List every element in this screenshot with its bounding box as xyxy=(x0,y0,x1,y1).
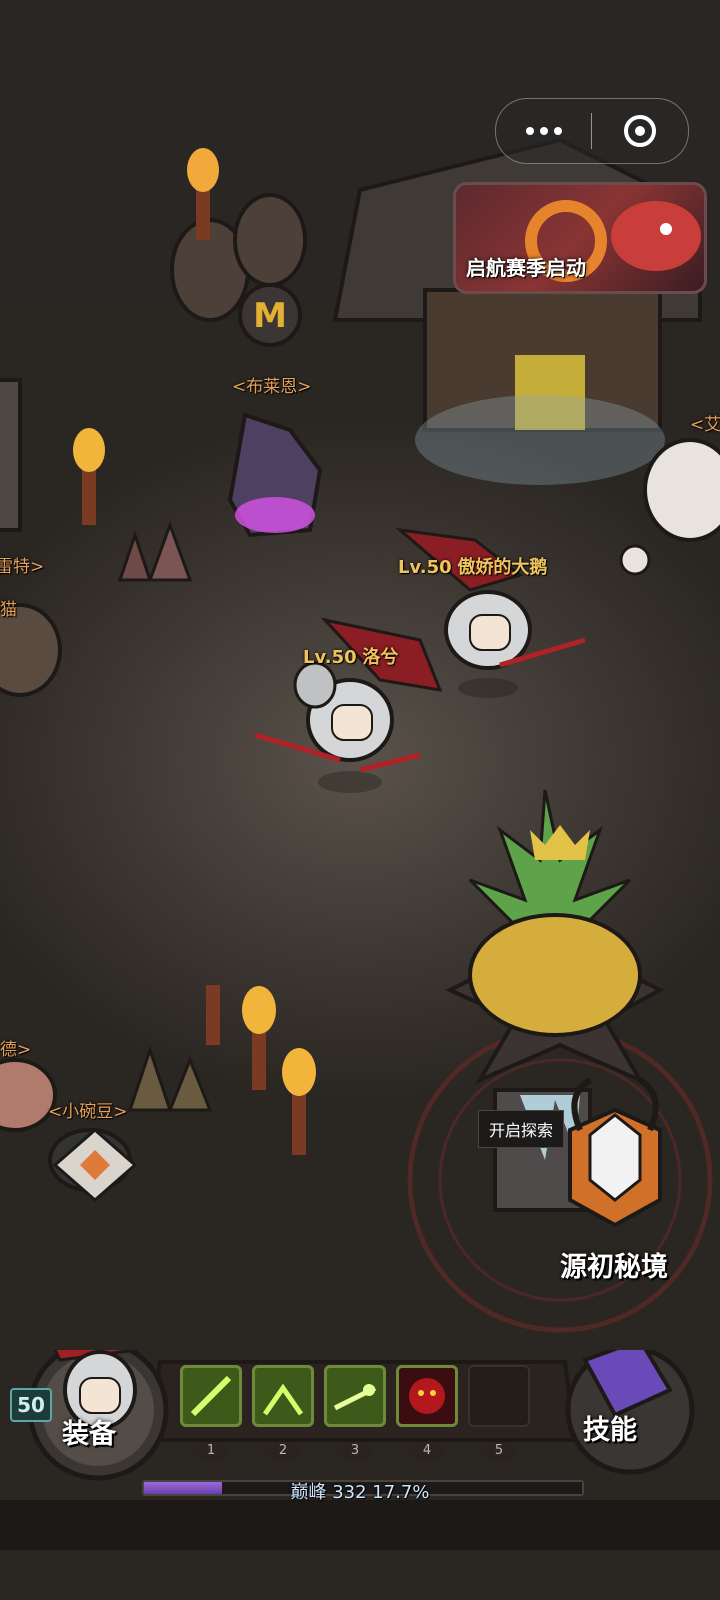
torch xyxy=(73,428,105,525)
slot-number: 2 xyxy=(263,1443,303,1461)
skill-slot-1[interactable] xyxy=(180,1365,242,1427)
npc-label-de: 德> xyxy=(0,1040,32,1060)
player-level-badge: 50 xyxy=(10,1388,52,1422)
season-banner[interactable]: 启航赛季启动 xyxy=(453,182,707,294)
portal-label[interactable]: 源初秘境 xyxy=(560,1245,668,1284)
xp-progress-text: 巅峰 332 17.7% xyxy=(290,1482,430,1503)
player-name: 傲娇的大鹅 xyxy=(457,557,548,578)
npc-bulaien: M xyxy=(227,283,323,538)
more-dots-icon[interactable] xyxy=(496,99,591,163)
player-name: 洛兮 xyxy=(362,647,399,668)
player-tag-luoxi: Lv.50 洛兮 xyxy=(303,643,398,669)
explore-prompt[interactable]: 开启探索 xyxy=(478,1110,565,1148)
torch xyxy=(242,986,276,1090)
skill-slot-2[interactable] xyxy=(252,1365,314,1427)
slot-number: 3 xyxy=(335,1443,375,1461)
skill-slot-3[interactable] xyxy=(324,1365,386,1427)
slot-number: 4 xyxy=(407,1443,447,1461)
skill-button[interactable]: 技能 xyxy=(583,1408,637,1447)
season-banner-title: 启航赛季启动 xyxy=(466,256,586,280)
equip-button[interactable]: 装备 xyxy=(62,1412,116,1451)
npc-label-bulaien: <布莱恩> xyxy=(232,377,312,397)
skill-slot-4[interactable] xyxy=(396,1365,458,1427)
npc-label-mao: 猫 xyxy=(0,600,17,620)
barrel xyxy=(233,193,307,287)
player-tag-dae: Lv.50 傲娇的大鹅 xyxy=(398,553,547,579)
game-scene[interactable]: M 启航赛季启动 <布莱恩> 雷特> 猫 <艾 德> <小碗豆> Lv.50 傲… xyxy=(0,0,720,1600)
miniprogram-capsule xyxy=(495,98,689,164)
npc-xiaowandou xyxy=(48,1128,138,1202)
slot-number: 5 xyxy=(479,1443,519,1461)
torch xyxy=(282,1048,316,1155)
svg-text:M: M xyxy=(253,296,287,336)
skill-slot-5[interactable] xyxy=(468,1365,530,1427)
target-circle-icon[interactable] xyxy=(592,99,687,163)
player-level: Lv.50 xyxy=(303,647,357,668)
npc-label-ai: <艾 xyxy=(690,415,720,435)
npc-label-xiaowandou: <小碗豆> xyxy=(48,1102,128,1122)
player-level: Lv.50 xyxy=(398,557,452,578)
npc-label-leite: 雷特> xyxy=(0,557,45,577)
slot-number: 1 xyxy=(191,1443,231,1461)
